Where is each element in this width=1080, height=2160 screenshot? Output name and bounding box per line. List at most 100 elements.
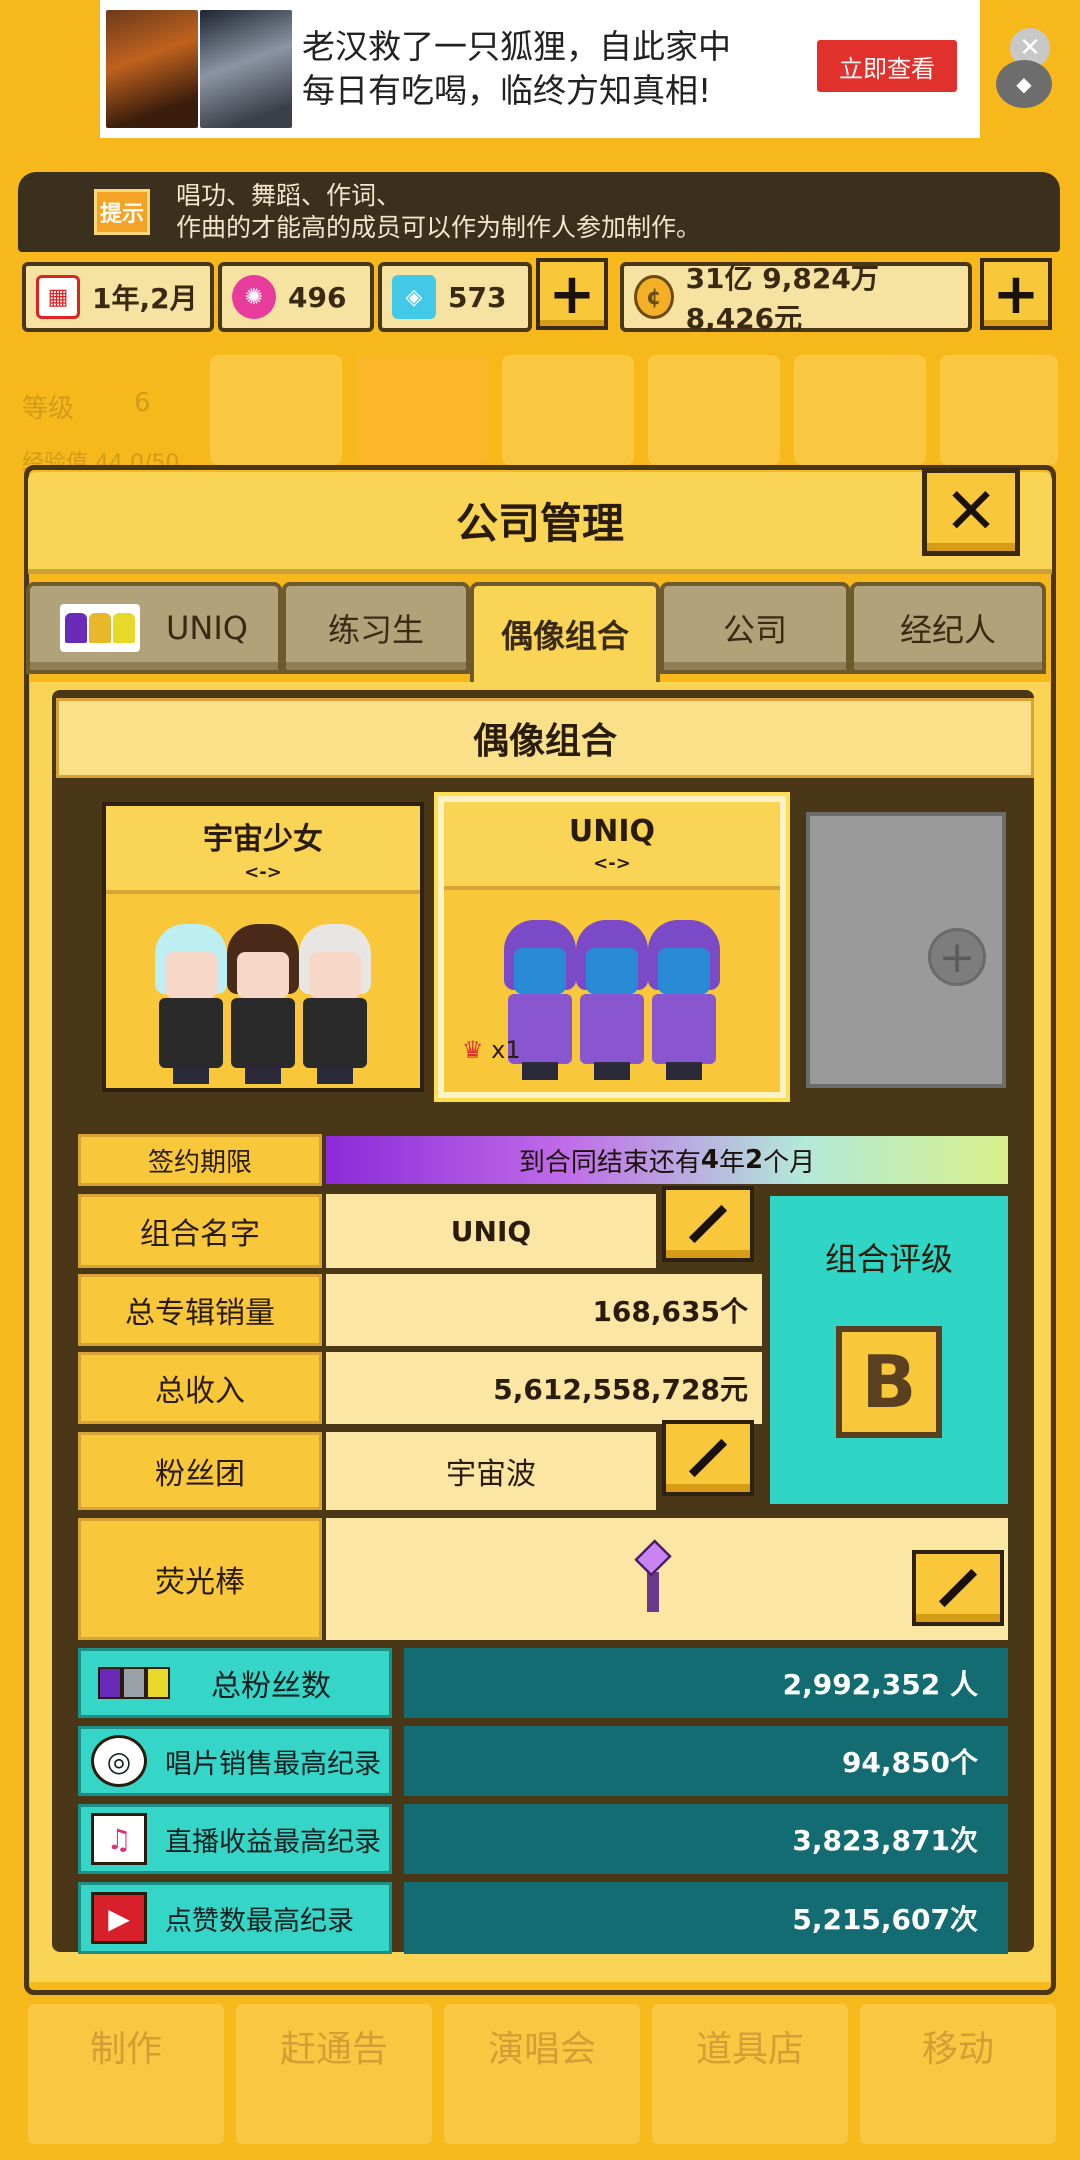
- ad-image-2[interactable]: [200, 10, 292, 128]
- ad-cta-button[interactable]: 立即查看: [817, 40, 957, 92]
- ad-banner[interactable]: 老汉救了一只狐狸，自此家中每日有吃喝，临终方知真相! 立即查看 ✕ ◆: [100, 0, 1052, 138]
- hint-badge: 提示: [94, 189, 150, 235]
- swap-arrows[interactable]: <->: [593, 853, 631, 874]
- income-value: 5,612,558,728元: [326, 1352, 762, 1424]
- empty-group-slot[interactable]: +: [806, 812, 1006, 1088]
- blue-gem-icon: ◈: [392, 275, 436, 319]
- stat-label: 唱片销售最高纪录: [165, 1748, 381, 1780]
- edit-lightstick-button[interactable]: [912, 1550, 1004, 1626]
- tab-trainees[interactable]: 练习生: [282, 582, 470, 674]
- background-slot: [210, 355, 342, 465]
- contract-progress-bar: 到合同结束还有 4 年 2 个月: [326, 1136, 1008, 1184]
- contract-year-unit: 年: [718, 1147, 745, 1178]
- nav-produce[interactable]: 制作: [28, 2004, 224, 2144]
- add-gems-button[interactable]: +: [536, 258, 608, 330]
- money-value: 31亿 9,824万 8,426元: [685, 262, 879, 335]
- contract-label: 签约期限: [78, 1134, 322, 1186]
- play-icon: ▶: [91, 1892, 147, 1944]
- add-money-button[interactable]: +: [980, 258, 1052, 330]
- disc-icon: ◎: [91, 1735, 147, 1787]
- background-slot: [648, 355, 780, 465]
- record-sales-label: ◎ 唱片销售最高纪录: [78, 1726, 392, 1796]
- hint-bar: 提示 唱功、舞蹈、作词、 作曲的才能高的成员可以作为制作人参加制作。: [18, 172, 1060, 252]
- section-title: 偶像组合: [56, 698, 1034, 778]
- nav-move[interactable]: 移动: [860, 2004, 1056, 2144]
- ad-image-1[interactable]: [106, 10, 198, 128]
- card-header: UNIQ <->: [444, 802, 780, 890]
- lightstick-icon: [634, 1539, 672, 1620]
- coin-icon: ¢: [634, 275, 674, 319]
- contract-months: 2: [745, 1145, 764, 1175]
- member-sprite: [293, 924, 377, 1084]
- background-slot: [940, 355, 1058, 465]
- tab-idol-groups[interactable]: 偶像组合: [470, 582, 660, 682]
- hint-text: 唱功、舞蹈、作词、 作曲的才能高的成员可以作为制作人参加制作。: [176, 180, 701, 244]
- background-slot: [502, 355, 634, 465]
- total-fans-value: 2,992,352 人: [404, 1648, 1008, 1718]
- level-value: 6: [134, 388, 151, 418]
- date-display: ▦ 1年,2月: [22, 262, 214, 332]
- calendar-icon: ▦: [36, 275, 80, 319]
- background-slot: [356, 355, 488, 465]
- lightstick-label: 荧光棒: [78, 1518, 322, 1640]
- tab-uniq[interactable]: UNIQ: [26, 582, 282, 674]
- likes-record-value: 5,215,607次: [404, 1882, 1008, 1954]
- tab-label: 公司: [722, 611, 787, 649]
- stat-label: 点赞数最高纪录: [165, 1905, 354, 1937]
- contract-month-unit: 个月: [763, 1147, 816, 1178]
- nav-item-shop[interactable]: 道具店: [652, 2004, 848, 2144]
- group-name: UNIQ: [568, 814, 656, 849]
- background-slot: [794, 355, 926, 465]
- swap-arrows[interactable]: <->: [244, 862, 282, 883]
- pink-gem-value: 496: [288, 280, 347, 314]
- close-panel-button[interactable]: ✕: [922, 468, 1020, 556]
- blue-gem-counter: ◈ 573: [378, 262, 532, 332]
- contract-prefix: 到合同结束还有: [518, 1147, 701, 1178]
- ad-text[interactable]: 老汉救了一只狐狸，自此家中每日有吃喝，临终方知真相!: [302, 25, 762, 113]
- edit-group-name-button[interactable]: [662, 1186, 754, 1262]
- fanclub-label: 粉丝团: [78, 1432, 322, 1510]
- panel-title: 公司管理: [28, 472, 1052, 574]
- pink-gem-counter: ✺ 496: [218, 262, 374, 332]
- crown-count: x1: [491, 1036, 521, 1064]
- blue-gem-value: 573: [448, 280, 507, 314]
- date-value: 1年,2月: [92, 282, 198, 315]
- likes-record-label: ▶ 点赞数最高纪录: [78, 1882, 392, 1954]
- pencil-icon: [688, 1438, 728, 1478]
- bottom-nav: 制作 赶通告 演唱会 道具店 移动: [22, 2004, 1062, 2144]
- rating-grade: B: [836, 1326, 942, 1438]
- crown-badge: ♛ x1: [462, 1036, 521, 1064]
- tab-managers[interactable]: 经纪人: [850, 582, 1046, 674]
- nav-schedule[interactable]: 赶通告: [236, 2004, 432, 2144]
- livestream-record-label: ♫ 直播收益最高纪录: [78, 1804, 392, 1874]
- tab-label: UNIQ: [166, 609, 248, 647]
- group-name-label: 组合名字: [78, 1194, 322, 1268]
- hint-line-2: 作曲的才能高的成员可以作为制作人参加制作。: [176, 213, 702, 242]
- crown-icon: ♛: [462, 1036, 484, 1064]
- group-name-value: UNIQ: [326, 1194, 656, 1268]
- pencil-icon: [938, 1568, 978, 1608]
- contract-years: 4: [700, 1145, 719, 1175]
- nav-concert[interactable]: 演唱会: [444, 2004, 640, 2144]
- tab-company[interactable]: 公司: [660, 582, 850, 674]
- group-card-uniq[interactable]: UNIQ <-> ♛ x1: [438, 796, 786, 1098]
- livestream-record-value: 3,823,871次: [404, 1804, 1008, 1874]
- group-card-cosmic-girls[interactable]: 宇宙少女 <->: [102, 802, 424, 1092]
- add-group-icon[interactable]: +: [928, 928, 986, 986]
- pink-gem-icon: ✺: [232, 275, 276, 319]
- stat-label: 总粉丝数: [211, 1669, 331, 1704]
- tab-label: 经纪人: [899, 611, 996, 649]
- group-rating-panel: 组合评级 B: [766, 1192, 1012, 1508]
- record-sales-value: 94,850个: [404, 1726, 1008, 1796]
- edit-fanclub-button[interactable]: [662, 1420, 754, 1496]
- background-level-info: 等级 6 经验值 44.0/50: [22, 360, 202, 476]
- level-label: 等级: [22, 394, 75, 424]
- group-icon: [60, 604, 140, 652]
- group-portrait: ♛ x1: [444, 890, 780, 1080]
- lightstick-area: [326, 1518, 1008, 1640]
- album-sales-label: 总专辑销量: [78, 1274, 322, 1346]
- ad-logo-icon: ◆: [996, 60, 1052, 108]
- money-counter: ¢ 31亿 9,824万 8,426元: [620, 262, 972, 335]
- card-header: 宇宙少女 <->: [106, 806, 420, 894]
- album-sales-value: 168,635个: [326, 1274, 762, 1346]
